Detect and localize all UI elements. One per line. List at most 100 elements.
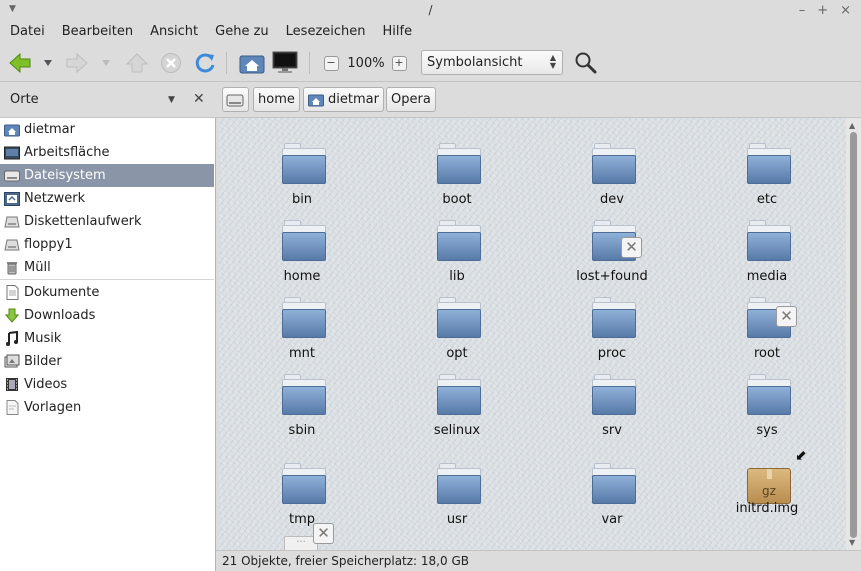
sidebar-close-icon[interactable]: ✕	[193, 91, 205, 107]
file-name: dev	[600, 192, 624, 207]
templates-icon	[4, 400, 20, 416]
menu-bearbeiten[interactable]: Bearbeiten	[62, 22, 133, 44]
file-name: srv	[602, 423, 622, 438]
folder-icon	[590, 290, 636, 338]
file-item[interactable]: usr	[397, 456, 517, 527]
maximize-icon[interactable]: +	[817, 3, 828, 18]
menu-datei[interactable]: Datei	[10, 22, 45, 44]
forward-button[interactable]	[64, 50, 90, 76]
sidebar-item-label: Dateisystem	[24, 168, 106, 183]
path-segment-dietmar[interactable]: dietmar	[303, 87, 384, 112]
sidebar-item-musik[interactable]: Musik	[0, 327, 214, 350]
sidebar-item-label: Vorlagen	[24, 400, 82, 415]
home-button[interactable]	[238, 50, 266, 76]
file-icon: ··· ✕	[280, 523, 334, 550]
close-window-icon[interactable]: ×	[840, 3, 851, 18]
file-name: boot	[442, 192, 472, 207]
sidebar-item-bilder[interactable]: Bilder	[0, 350, 214, 373]
stop-button[interactable]	[158, 50, 184, 76]
file-item[interactable]: bin	[242, 136, 362, 207]
pictures-icon	[4, 354, 20, 370]
chevron-down-icon	[102, 60, 110, 66]
sidebar-item-muell[interactable]: Müll	[0, 256, 214, 279]
folder-icon	[280, 136, 326, 184]
file-icon-view[interactable]: bin boot dev etc home lib ✕ lost+found m…	[219, 118, 846, 550]
menu-lesezeichen[interactable]: Lesezeichen	[286, 22, 366, 44]
menu-bar: Datei Bearbeiten Ansicht Gehe zu Lesezei…	[0, 22, 861, 44]
file-item[interactable]: var	[552, 456, 672, 527]
sidebar-item-diskettenlaufwerk[interactable]: Diskettenlaufwerk	[0, 210, 214, 233]
path-segment-home[interactable]: home	[253, 87, 300, 112]
back-history-dropdown[interactable]	[41, 50, 55, 76]
file-item[interactable]: sbin	[242, 367, 362, 438]
sidebar-item-netzwerk[interactable]: Netzwerk	[0, 187, 214, 210]
sidebar-item-label: Diskettenlaufwerk	[24, 214, 142, 229]
sidebar-header: Orte ▼ ✕	[0, 82, 216, 118]
sidebar-item-dietmar[interactable]: dietmar	[0, 118, 214, 141]
file-item[interactable]: srv	[552, 367, 672, 438]
file-item[interactable]: lib	[397, 213, 517, 284]
scroll-down-icon[interactable]: ▼	[849, 538, 855, 547]
sidebar-item-vorlagen[interactable]: Vorlagen	[0, 396, 214, 419]
file-item[interactable]: ✕ lost+found	[552, 213, 672, 284]
folder-icon	[745, 213, 791, 261]
sidebar-item-videos[interactable]: Videos	[0, 373, 214, 396]
path-bar: home dietmar Opera	[216, 82, 861, 118]
file-item[interactable]: etc	[707, 136, 827, 207]
path-segment-label: dietmar	[328, 92, 379, 107]
menu-gehe-zu[interactable]: Gehe zu	[215, 22, 269, 44]
sidebar-item-dateisystem[interactable]: Dateisystem	[0, 164, 214, 187]
sidebar-item-downloads[interactable]: Downloads	[0, 304, 214, 327]
file-item[interactable]: dev	[552, 136, 672, 207]
sidebar-item-label: Downloads	[24, 308, 96, 323]
minimize-icon[interactable]: –	[799, 3, 806, 18]
scrollbar-thumb[interactable]	[850, 132, 857, 538]
file-item[interactable]: gz ⬋ initrd.img	[707, 448, 827, 520]
scroll-up-icon[interactable]: ▲	[849, 121, 855, 130]
file-item[interactable]: proc	[552, 290, 672, 361]
vertical-scrollbar[interactable]: ▲ ▼	[846, 118, 861, 550]
zoom-out-button[interactable]: −	[322, 50, 340, 76]
file-item[interactable]: opt	[397, 290, 517, 361]
folder-icon	[745, 367, 791, 415]
path-root-button[interactable]	[222, 87, 249, 112]
file-item[interactable]: tmp	[242, 456, 362, 527]
up-button[interactable]	[124, 50, 150, 76]
title-bar: ▼ / – + ×	[0, 0, 861, 22]
path-segment-opera[interactable]: Opera	[386, 87, 436, 112]
menu-ansicht[interactable]: Ansicht	[150, 22, 198, 44]
computer-button[interactable]	[271, 50, 299, 76]
file-item[interactable]: ✕ root	[707, 290, 827, 361]
file-item[interactable]: media	[707, 213, 827, 284]
sidebar-item-dokumente[interactable]: Dokumente	[0, 281, 214, 304]
file-item[interactable]: ··· ✕	[242, 523, 362, 550]
home-folder-icon	[4, 122, 20, 138]
back-button[interactable]	[7, 50, 33, 76]
archive-badge: gz	[762, 484, 776, 498]
file-item[interactable]: selinux	[397, 367, 517, 438]
file-item[interactable]: home	[242, 213, 362, 284]
file-name: sys	[756, 423, 778, 438]
sidebar-item-label: Musik	[24, 331, 62, 346]
zoom-level: 100%	[347, 55, 385, 71]
zoom-in-button[interactable]: +	[390, 50, 408, 76]
zoom-out-icon: −	[323, 55, 339, 71]
folder-icon	[435, 367, 481, 415]
menu-hilfe[interactable]: Hilfe	[383, 22, 413, 44]
view-mode-select[interactable]: Symbolansicht ▲ ▼	[421, 50, 563, 75]
file-name: root	[753, 346, 781, 361]
status-text: 21 Objekte, freier Speicherplatz: 18,0 G…	[222, 554, 469, 568]
forward-history-dropdown[interactable]	[99, 50, 113, 76]
sidebar-mode-dropdown-icon[interactable]: ▼	[168, 95, 175, 105]
folder-icon	[280, 290, 326, 338]
sidebar-item-floppy1[interactable]: floppy1	[0, 233, 214, 256]
reload-button[interactable]	[192, 50, 218, 76]
videos-icon	[4, 377, 20, 393]
file-item[interactable]: sys	[707, 367, 827, 438]
sidebar-item-arbeitsflaeche[interactable]: Arbeitsfläche	[0, 141, 214, 164]
sidebar-item-label: Dokumente	[24, 285, 100, 300]
file-item[interactable]: boot	[397, 136, 517, 207]
search-button[interactable]	[572, 50, 600, 76]
file-name: proc	[597, 346, 627, 361]
file-item[interactable]: mnt	[242, 290, 362, 361]
